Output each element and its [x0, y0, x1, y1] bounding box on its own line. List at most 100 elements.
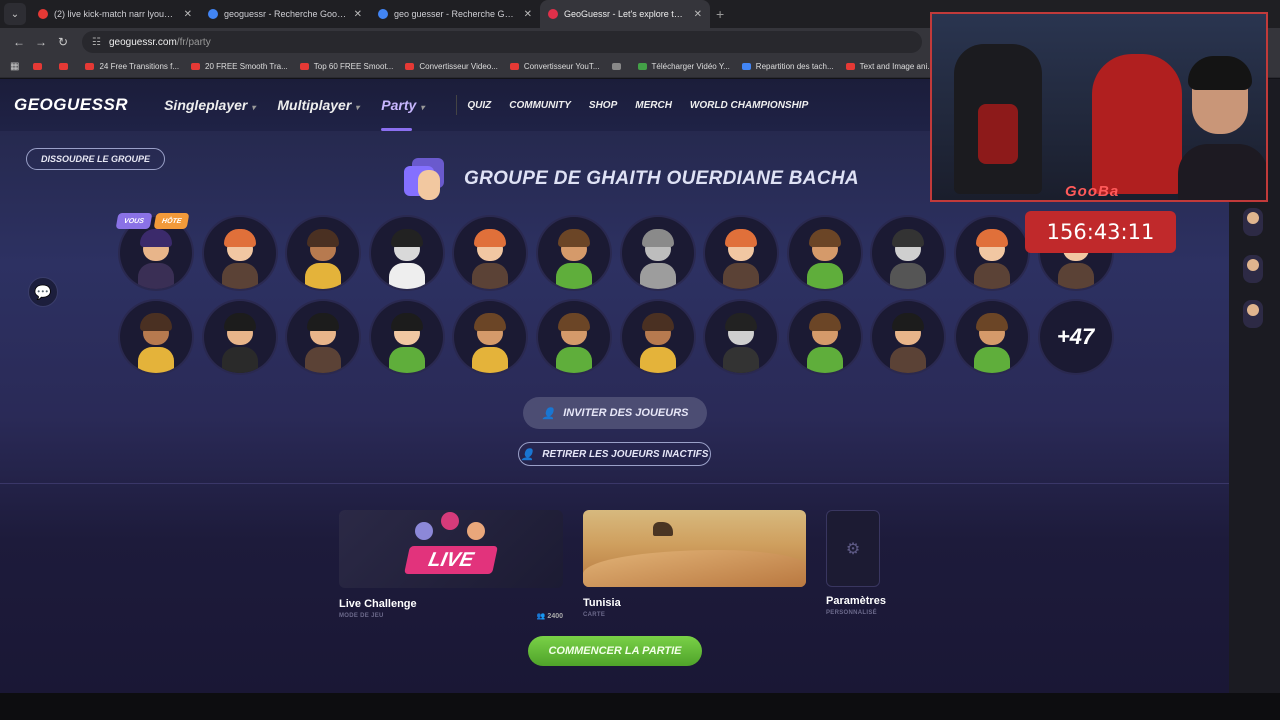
bookmark-icon — [191, 63, 201, 70]
settings-type: PERSONNALISÉ — [826, 610, 877, 616]
group-title: GROUPE DE GHAITH OUERDIANE BACHA — [464, 168, 859, 189]
nav-item-party[interactable]: Party ▾ — [381, 97, 425, 131]
nav-link-quiz[interactable]: QUIZ — [467, 100, 491, 111]
sidebar-avatar[interactable] — [1243, 300, 1263, 328]
dissolve-group-button[interactable]: DISSOUDRE LE GROUPE — [26, 148, 166, 170]
player-avatar[interactable] — [287, 301, 360, 373]
player-avatar[interactable] — [538, 301, 610, 373]
player-avatar[interactable] — [705, 217, 778, 289]
player-avatar[interactable] — [705, 301, 778, 373]
chevron-down-icon: ⌄ — [10, 8, 20, 20]
player-count-value: 2400 — [547, 613, 563, 620]
player-avatar[interactable] — [203, 301, 276, 373]
player-avatar[interactable] — [788, 217, 861, 289]
section-divider — [0, 483, 1229, 484]
apps-grid-icon[interactable]: ▦ — [10, 61, 19, 72]
bookmark-item[interactable] — [33, 63, 47, 70]
bottom-bar — [0, 693, 1280, 720]
reload-icon[interactable]: ↻ — [52, 35, 74, 49]
player-avatar[interactable] — [956, 301, 1028, 373]
player-avatar[interactable] — [621, 217, 694, 289]
map-type: CARTE — [583, 612, 606, 618]
bookmark-label: 20 FREE Smooth Tra... — [205, 62, 288, 71]
tab-title: GeoGuessr - Let's explore the w — [564, 9, 688, 19]
start-game-button[interactable]: COMMENCER LA PARTIE — [528, 636, 702, 666]
close-icon[interactable]: ✕ — [184, 9, 192, 20]
geoguessr-logo[interactable]: GEOGUESSR — [14, 95, 128, 115]
main-nav: Singleplayer ▾ Multiplayer ▾ Party ▾ — [164, 97, 446, 131]
nav-link-shop[interactable]: SHOP — [589, 100, 617, 111]
new-tab-button[interactable]: + — [716, 6, 724, 22]
sidebar-avatar[interactable] — [1243, 208, 1263, 236]
bookmark-item[interactable]: Top 60 FREE Smoot... — [299, 62, 394, 71]
forward-arrow-icon[interactable]: → — [30, 35, 52, 49]
bookmark-item[interactable]: 24 Free Transitions f... — [85, 62, 179, 71]
nav-item-singleplayer[interactable]: Singleplayer ▾ — [164, 97, 255, 113]
settings-card[interactable]: ⚙ Paramètres PERSONNALISÉ — [826, 510, 886, 616]
nav-link-world-championship[interactable]: WORLD CHAMPIONSHIP — [690, 100, 808, 111]
bookmark-label: Convertisseur YouT... — [523, 62, 600, 71]
player-avatar[interactable] — [287, 217, 360, 289]
tab-search-button[interactable]: ⌄ — [4, 3, 26, 25]
webcam-overlay — [930, 12, 1268, 202]
chevron-down-icon: ▾ — [420, 103, 425, 112]
player-avatar[interactable] — [872, 217, 945, 289]
bookmark-label: Top 60 FREE Smoot... — [313, 62, 394, 71]
nav-item-multiplayer[interactable]: Multiplayer ▾ — [277, 97, 359, 113]
bookmark-item[interactable] — [59, 63, 73, 70]
tab-title: (2) live kick-match narr lyoum(v — [54, 9, 178, 19]
gaming-chair-image — [954, 44, 1042, 194]
close-icon[interactable]: ✕ — [694, 9, 702, 20]
streamer-image — [1178, 54, 1266, 200]
bookmark-item[interactable]: Convertisseur Video... — [405, 62, 498, 71]
browser-tab[interactable]: geo guesser - Recherche Goog ✕ — [370, 0, 540, 28]
camel-image — [653, 522, 673, 536]
browser-tab[interactable]: (2) live kick-match narr lyoum(v ✕ — [30, 0, 200, 28]
settings-name: Paramètres — [826, 595, 886, 607]
nav-link-community[interactable]: COMMUNITY — [509, 100, 571, 111]
player-avatar[interactable] — [788, 301, 861, 373]
invite-players-button[interactable]: 👤 INVITER DES JOUEURS — [523, 397, 707, 429]
player-avatar[interactable] — [120, 301, 192, 373]
nav-link-merch[interactable]: MERCH — [635, 100, 672, 111]
player-avatar[interactable] — [370, 217, 443, 289]
bookmark-item[interactable]: 20 FREE Smooth Tra... — [191, 62, 288, 71]
bookmark-item[interactable]: Repartition des tach... — [741, 62, 834, 71]
player-avatar[interactable] — [370, 301, 443, 373]
player-avatar[interactable] — [872, 301, 945, 373]
bookmark-item[interactable] — [611, 63, 626, 70]
player-avatar[interactable] — [621, 301, 694, 373]
bookmark-icon — [509, 63, 519, 70]
chat-icon[interactable]: 💬 — [28, 277, 58, 307]
group-header: GROUPE DE GHAITH OUERDIANE BACHA — [404, 158, 859, 200]
player-avatar[interactable] — [956, 217, 1028, 289]
tab-favicon-icon — [38, 9, 48, 19]
close-icon[interactable]: ✕ — [354, 9, 362, 20]
browser-tab[interactable]: GeoGuessr - Let's explore the w ✕ — [540, 0, 710, 28]
map-card[interactable]: Tunisia CARTE — [583, 510, 806, 618]
tab-favicon-icon — [548, 9, 558, 19]
you-badge: VOUS — [115, 213, 153, 229]
player-avatar[interactable] — [454, 301, 527, 373]
player-avatar[interactable] — [454, 217, 527, 289]
player-avatar[interactable] — [203, 217, 276, 289]
bookmark-label: Repartition des tach... — [755, 62, 834, 71]
bookmark-icon — [59, 63, 69, 70]
remove-user-icon: 👤 — [520, 448, 535, 461]
close-icon[interactable]: ✕ — [524, 9, 532, 20]
bookmark-item[interactable]: Télécharger Vidéo Y... — [637, 62, 730, 71]
bookmark-item[interactable]: Text and Image ani... — [845, 62, 934, 71]
player-avatar[interactable] — [538, 217, 610, 289]
back-arrow-icon[interactable]: ← — [8, 35, 30, 49]
more-players-count[interactable]: +47 — [1039, 301, 1112, 373]
remove-inactive-button[interactable]: 👤 RETIRER LES JOUEURS INACTIFS — [518, 442, 711, 466]
bookmark-item[interactable]: Convertisseur YouT... — [509, 62, 600, 71]
nav-label: Multiplayer — [277, 97, 352, 113]
url-field[interactable]: ☷ geoguessr.com/fr/party — [82, 31, 922, 53]
bookmark-icon — [85, 63, 95, 70]
sidebar-avatar[interactable] — [1243, 255, 1263, 283]
site-info-icon[interactable]: ☷ — [92, 37, 101, 48]
browser-tab[interactable]: geoguessr - Recherche Google ✕ — [200, 0, 370, 28]
remove-label: RETIRER LES JOUEURS INACTIFS — [542, 448, 709, 460]
game-mode-card[interactable]: LIVE Live Challenge MODE DE JEU 👥 2400 — [339, 510, 563, 620]
